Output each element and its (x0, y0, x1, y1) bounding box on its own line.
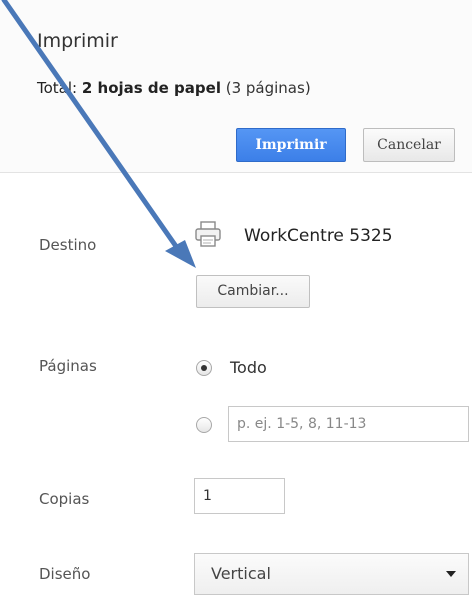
pages-all-label[interactable]: Todo (230, 358, 267, 377)
print-summary: Total: 2 hojas de papel (3 páginas) (37, 79, 311, 97)
summary-pages: (3 páginas) (220, 79, 311, 97)
pages-all-radio[interactable] (196, 360, 212, 376)
print-button[interactable]: Imprimir (236, 128, 346, 162)
page-title: Imprimir (37, 30, 118, 52)
destination-label: Destino (39, 236, 97, 254)
printer-name: WorkCentre 5325 (244, 226, 393, 246)
print-dialog: Imprimir Total: 2 hojas de papel (3 pági… (0, 0, 472, 602)
cancel-button[interactable]: Cancelar (363, 128, 455, 162)
summary-prefix: Total: (37, 79, 82, 97)
layout-select[interactable]: Vertical (194, 553, 469, 595)
layout-value: Vertical (211, 564, 271, 583)
copies-input[interactable]: 1 (194, 478, 285, 514)
print-header: Imprimir Total: 2 hojas de papel (3 pági… (0, 0, 472, 173)
change-destination-button[interactable]: Cambiar... (196, 275, 310, 308)
copies-label: Copias (39, 490, 90, 508)
summary-sheets: 2 hojas de papel (81, 79, 221, 97)
printer-icon (195, 221, 221, 247)
chevron-down-icon (446, 571, 456, 577)
pages-range-input[interactable]: p. ej. 1-5, 8, 11-13 (228, 406, 469, 442)
layout-label: Diseño (39, 565, 91, 583)
pages-label: Páginas (39, 357, 97, 375)
pages-range-radio[interactable] (196, 417, 212, 433)
